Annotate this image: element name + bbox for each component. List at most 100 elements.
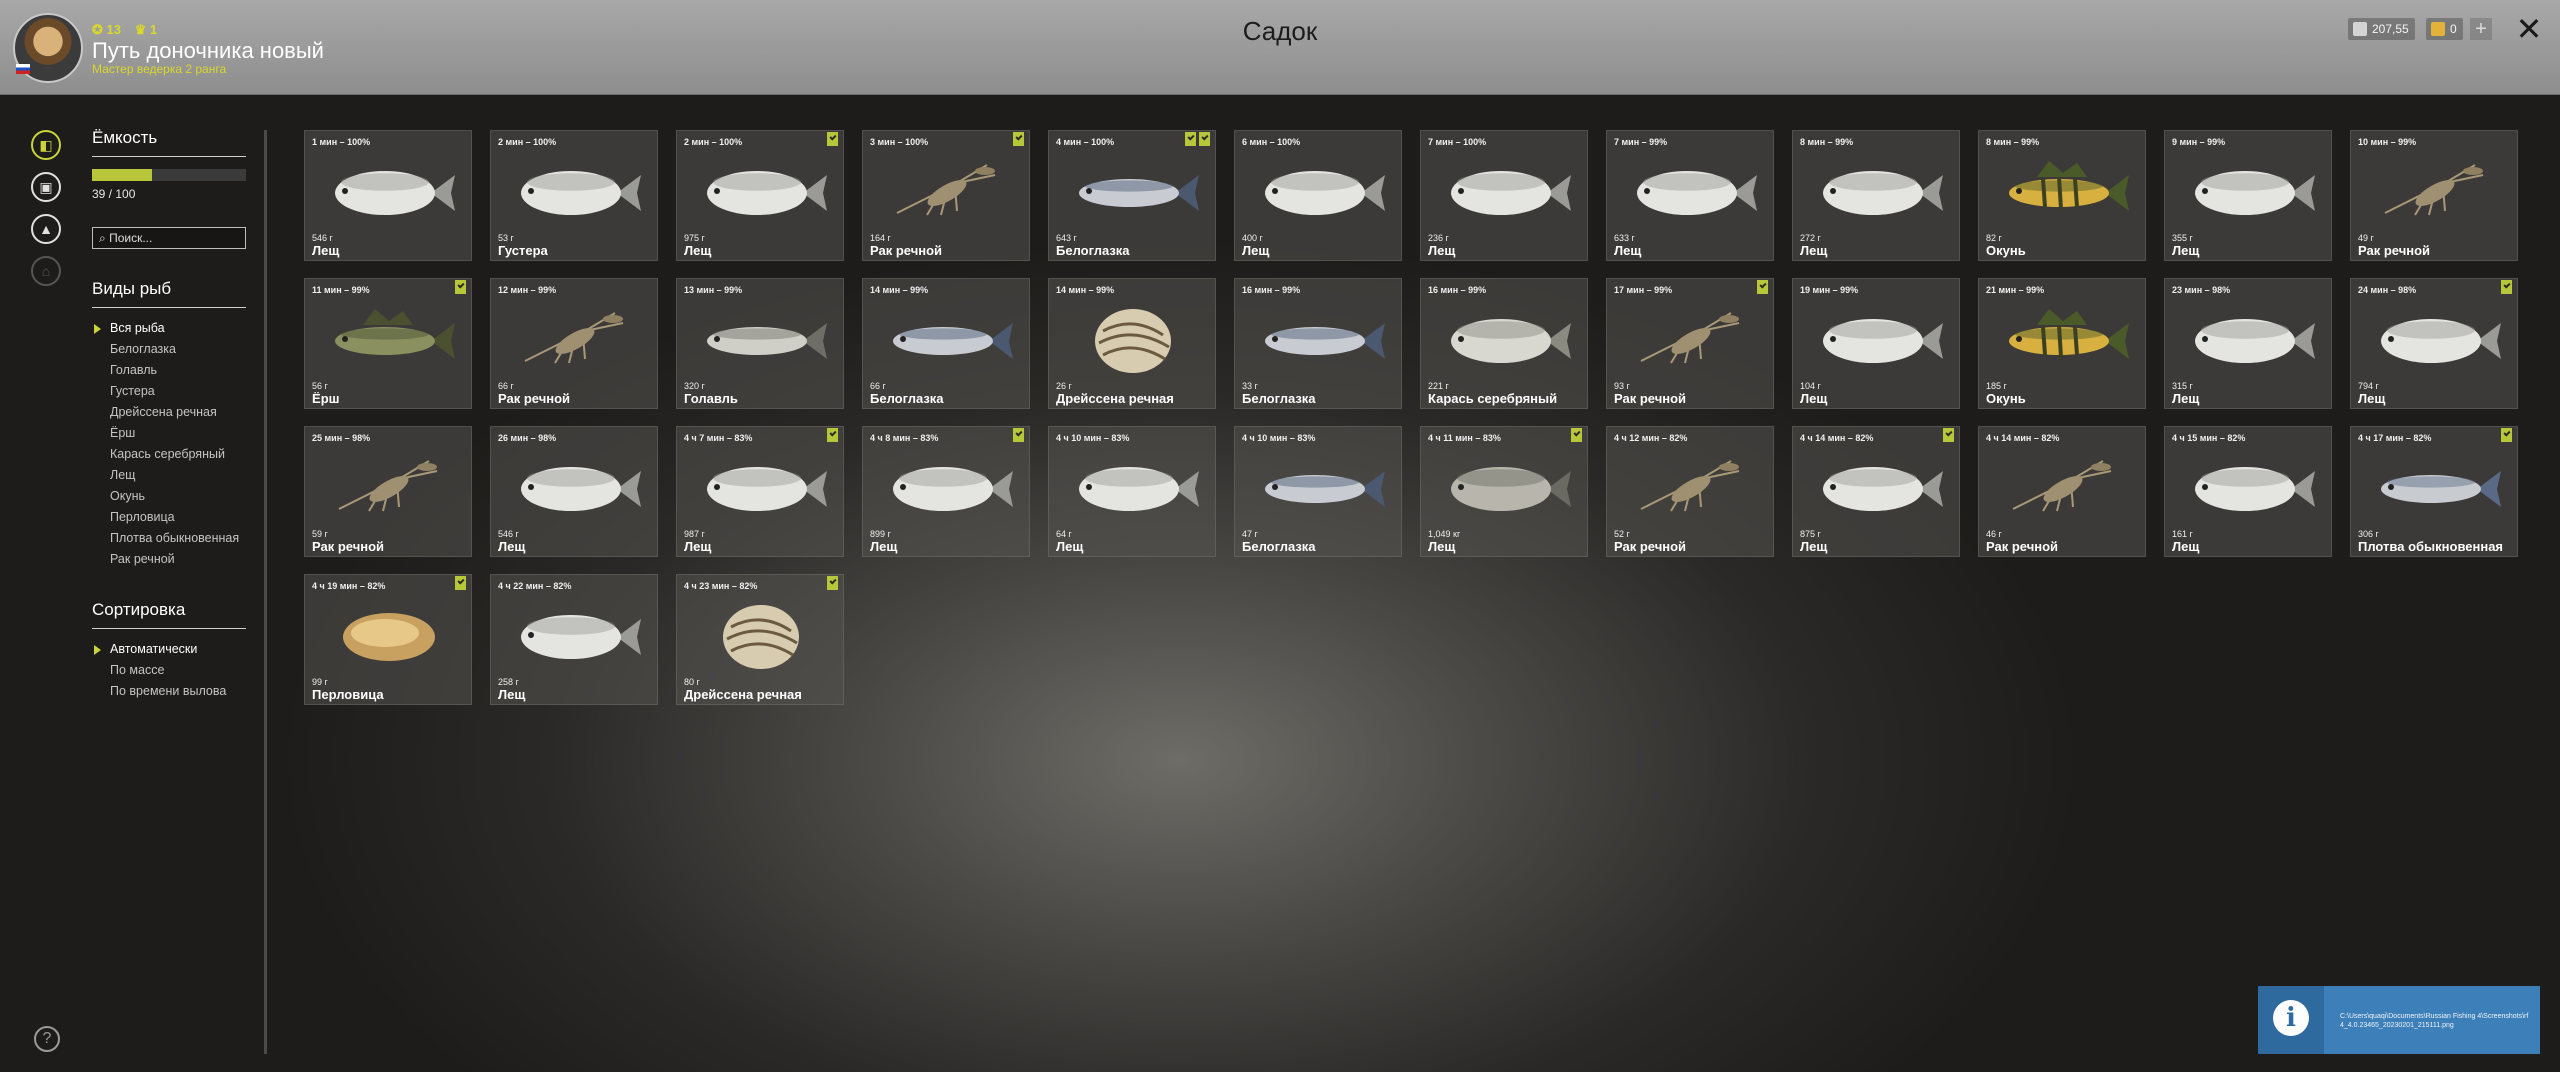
player-rank: Мастер ведерка 2 ранга (92, 62, 227, 76)
search-input[interactable]: ⌕ Поиск... (92, 227, 246, 249)
catch-card[interactable]: 24 мин – 98% 794 г Лещ (2350, 278, 2518, 409)
catch-grid: 1 мин – 100% 546 г Лещ 2 мин – 100% 53 г Густ… (304, 130, 2524, 705)
catch-card[interactable]: 16 мин – 99% 221 г Карась серебряный (1420, 278, 1588, 409)
tag-icon (1013, 428, 1024, 442)
catch-card[interactable]: 6 мин – 100% 400 г Лещ (1234, 130, 1402, 261)
catch-card[interactable]: 7 мин – 99% 633 г Лещ (1606, 130, 1774, 261)
tag-icon (827, 428, 838, 442)
catch-card[interactable]: 23 мин – 98% 315 г Лещ (2164, 278, 2332, 409)
gold-coin-icon (2431, 22, 2445, 36)
help-icon[interactable]: ? (34, 1026, 60, 1052)
catch-card[interactable]: 14 мин – 99% 66 г Белоглазка (862, 278, 1030, 409)
catch-weight: 66 г (870, 381, 886, 391)
notification-text: C:\Users\quaqi\Documents\Russian Fishing… (2340, 1013, 2529, 1029)
catch-name: Дрейссена речная (684, 687, 802, 702)
catch-card[interactable]: 14 мин – 99% 26 г Дрейссена речная (1048, 278, 1216, 409)
catch-weight: 185 г (1986, 381, 2007, 391)
species-filter-item[interactable]: Рак речной (92, 549, 246, 570)
capacity-title: Ёмкость (92, 128, 246, 157)
catch-card[interactable]: 4 ч 22 мин – 82% 258 г Лещ (490, 574, 658, 705)
catch-weight: 987 г (684, 529, 705, 539)
catch-time: 4 ч 17 мин – 82% (2358, 433, 2432, 443)
camp-icon[interactable]: ▲ (31, 214, 61, 244)
tag-icon (827, 132, 838, 146)
catch-time: 4 ч 7 мин – 83% (684, 433, 753, 443)
catch-card[interactable]: 10 мин – 99% 49 г Рак речной (2350, 130, 2518, 261)
catch-card[interactable]: 4 ч 14 мин – 82% 875 г Лещ (1792, 426, 1960, 557)
close-button[interactable]: ✕ (2514, 13, 2544, 45)
species-filter-item[interactable]: Перловица (92, 507, 246, 528)
catch-card[interactable]: 4 мин – 100% 643 г Белоглазка (1048, 130, 1216, 261)
silver-coin-icon (2353, 22, 2367, 36)
catch-name: Лещ (2172, 539, 2200, 554)
catch-time: 21 мин – 99% (1986, 285, 2045, 295)
catch-card[interactable]: 13 мин – 99% 320 г Голавль (676, 278, 844, 409)
catch-card[interactable]: 4 ч 11 мин – 83% 1,049 кг Лещ (1420, 426, 1588, 557)
catch-card[interactable]: 3 мин – 100% 164 г Рак речной (862, 130, 1030, 261)
catch-card[interactable]: 25 мин – 98% 59 г Рак речной (304, 426, 472, 557)
catch-time: 19 мин – 99% (1800, 285, 1859, 295)
catch-name: Перловица (312, 687, 384, 702)
add-currency-button[interactable]: + (2470, 18, 2492, 40)
catch-card[interactable]: 19 мин – 99% 104 г Лещ (1792, 278, 1960, 409)
sort-option-item[interactable]: Автоматически (92, 639, 246, 660)
catch-time: 25 мин – 98% (312, 433, 371, 443)
catch-card[interactable]: 17 мин – 99% 93 г Рак речной (1606, 278, 1774, 409)
catch-card[interactable]: 16 мин – 99% 33 г Белоглазка (1234, 278, 1402, 409)
catch-card[interactable]: 4 ч 14 мин – 82% 46 г Рак речной (1978, 426, 2146, 557)
inventory-icon[interactable]: ▣ (31, 172, 61, 202)
catch-card[interactable]: 4 ч 10 мин – 83% 47 г Белоглазка (1234, 426, 1402, 557)
catch-name: Рак речной (2358, 243, 2431, 258)
screenshot-notification[interactable]: i C:\Users\quaqi\Documents\Russian Fishi… (2258, 986, 2540, 1054)
species-filter-item[interactable]: Ёрш (92, 423, 246, 444)
catch-name: Окунь (1986, 243, 2026, 258)
catch-card[interactable]: 1 мин – 100% 546 г Лещ (304, 130, 472, 261)
catch-time: 2 мин – 100% (684, 137, 743, 147)
catch-card[interactable]: 4 ч 8 мин – 83% 899 г Лещ (862, 426, 1030, 557)
catch-card[interactable]: 8 мин – 99% 272 г Лещ (1792, 130, 1960, 261)
species-filter-item[interactable]: Карась серебряный (92, 444, 246, 465)
keepnet-icon[interactable]: ◧ (31, 130, 61, 160)
catch-card[interactable]: 11 мин – 99% 56 г Ёрш (304, 278, 472, 409)
silver-wallet[interactable]: 207,55 (2348, 18, 2415, 40)
sort-option-item[interactable]: По массе (92, 660, 246, 681)
gold-wallet[interactable]: 0 (2426, 18, 2463, 40)
species-filter-item[interactable]: Вся рыба (92, 318, 246, 339)
catch-weight: 49 г (2358, 233, 2374, 243)
catch-card[interactable]: 4 ч 12 мин – 82% 52 г Рак речной (1606, 426, 1774, 557)
catch-card[interactable]: 4 ч 19 мин – 82% 99 г Перловица (304, 574, 472, 705)
catch-name: Ёрш (312, 391, 340, 406)
catch-card[interactable]: 12 мин – 99% 66 г Рак речной (490, 278, 658, 409)
catch-time: 16 мин – 99% (1242, 285, 1301, 295)
catch-card[interactable]: 4 ч 10 мин – 83% 64 г Лещ (1048, 426, 1216, 557)
catch-card[interactable]: 9 мин – 99% 355 г Лещ (2164, 130, 2332, 261)
species-filter-item[interactable]: Дрейссена речная (92, 402, 246, 423)
catch-time: 4 ч 12 мин – 82% (1614, 433, 1688, 443)
species-filter-item[interactable]: Окунь (92, 486, 246, 507)
catch-card[interactable]: 4 ч 15 мин – 82% 161 г Лещ (2164, 426, 2332, 557)
catch-weight: 236 г (1428, 233, 1449, 243)
tag-icon (2501, 280, 2512, 294)
catch-card[interactable]: 7 мин – 100% 236 г Лещ (1420, 130, 1588, 261)
catch-card[interactable]: 4 ч 7 мин – 83% 987 г Лещ (676, 426, 844, 557)
catch-card[interactable]: 21 мин – 99% 185 г Окунь (1978, 278, 2146, 409)
catch-time: 4 ч 10 мин – 83% (1242, 433, 1316, 443)
sort-option-item[interactable]: По времени вылова (92, 681, 246, 702)
catch-card[interactable]: 2 мин – 100% 975 г Лещ (676, 130, 844, 261)
catch-card[interactable]: 4 ч 17 мин – 82% 306 г Плотва обыкновенная (2350, 426, 2518, 557)
catch-weight: 221 г (1428, 381, 1449, 391)
species-filter-item[interactable]: Плотва обыкновенная (92, 528, 246, 549)
catch-card[interactable]: 26 мин – 98% 546 г Лещ (490, 426, 658, 557)
catch-card[interactable]: 4 ч 23 мин – 82% 80 г Дрейссена речная (676, 574, 844, 705)
catch-card[interactable]: 8 мин – 99% 82 г Окунь (1978, 130, 2146, 261)
catch-time: 4 ч 23 мин – 82% (684, 581, 758, 591)
species-filter-item[interactable]: Густера (92, 381, 246, 402)
catch-time: 4 ч 15 мин – 82% (2172, 433, 2246, 443)
species-filter-item[interactable]: Белоглазка (92, 339, 246, 360)
tag-icon (1199, 132, 1210, 146)
catch-card[interactable]: 2 мин – 100% 53 г Густера (490, 130, 658, 261)
catch-time: 4 ч 10 мин – 83% (1056, 433, 1130, 443)
catch-time: 4 мин – 100% (1056, 137, 1115, 147)
species-filter-item[interactable]: Голавль (92, 360, 246, 381)
species-filter-item[interactable]: Лещ (92, 465, 246, 486)
